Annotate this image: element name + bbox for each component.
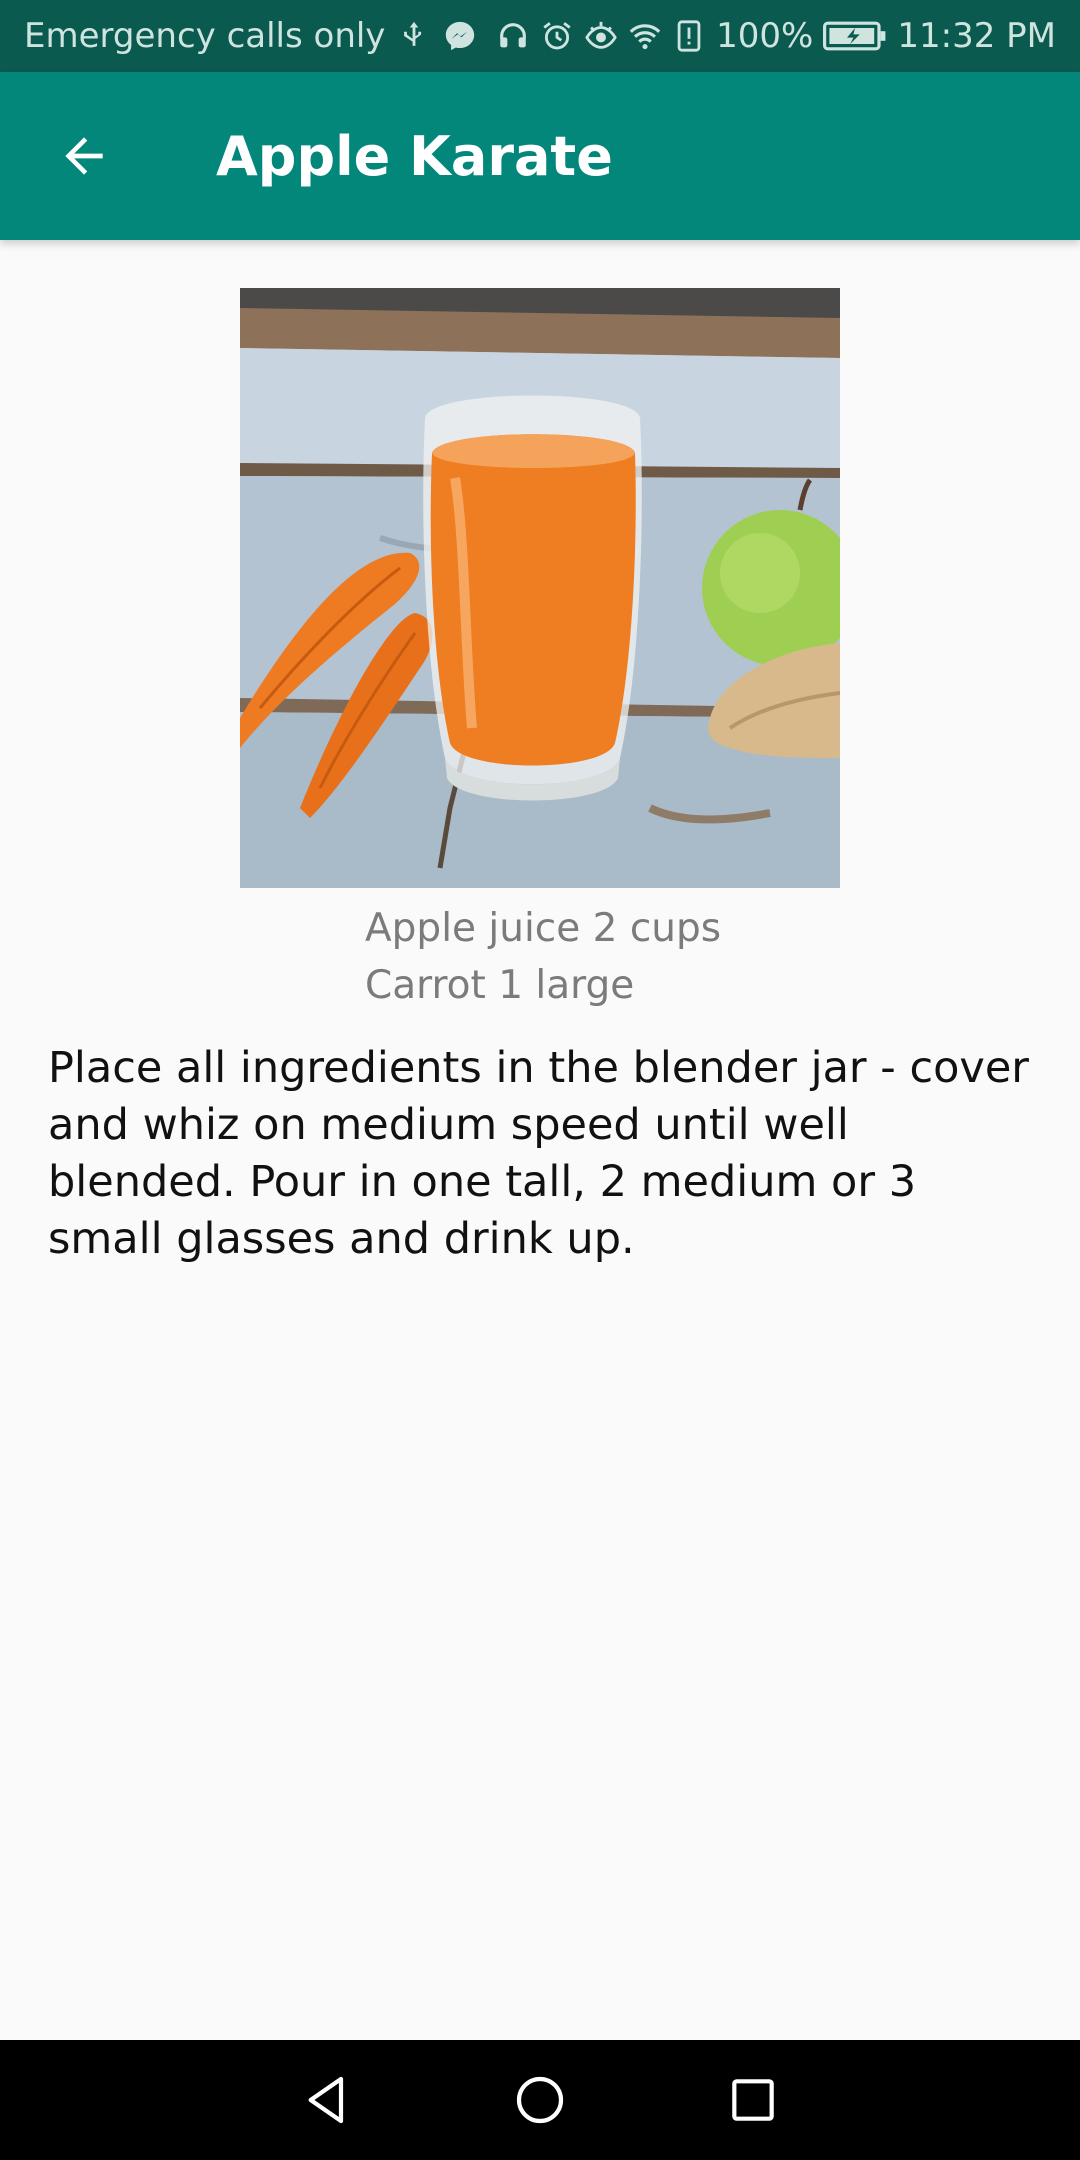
carrier-text: Emergency calls only	[24, 16, 386, 56]
ingredients-list: Apple juice 2 cups Carrot 1 large	[365, 900, 1045, 1014]
square-recents-icon	[732, 2079, 775, 2121]
alarm-icon	[540, 19, 574, 53]
navigation-bar	[0, 2040, 1080, 2160]
clock: 11:32 PM	[897, 16, 1056, 56]
ingredient-item: Carrot 1 large	[365, 963, 635, 1008]
nav-back-button[interactable]	[282, 2055, 372, 2145]
alert-icon	[672, 19, 706, 53]
circle-home-icon	[516, 2076, 564, 2124]
recipe-image	[240, 288, 840, 888]
ingredient-item: Apple juice 2 cups	[365, 906, 722, 951]
nav-home-button[interactable]	[495, 2055, 585, 2145]
battery-charging-icon	[823, 19, 887, 53]
status-right: 100% 11:32 PM	[496, 16, 1056, 56]
status-bar: Emergency calls only 100% 11:32 PM	[0, 0, 1080, 72]
triangle-back-icon	[308, 2076, 343, 2124]
wifi-icon	[628, 19, 662, 53]
usb-icon	[397, 19, 431, 53]
app-bar: Apple Karate	[0, 72, 1080, 240]
messenger-icon	[443, 19, 477, 53]
arrow-back-icon	[65, 137, 103, 175]
eye-comfort-icon	[584, 19, 618, 53]
battery-percent: 100%	[716, 16, 814, 56]
headphones-icon	[496, 19, 530, 53]
back-button[interactable]	[0, 72, 168, 240]
page-title: Apple Karate	[216, 124, 613, 188]
instructions-text: Place all ingredients in the blender jar…	[48, 1043, 1029, 1264]
nav-recents-button[interactable]	[708, 2055, 798, 2145]
status-left: Emergency calls only	[24, 16, 477, 56]
